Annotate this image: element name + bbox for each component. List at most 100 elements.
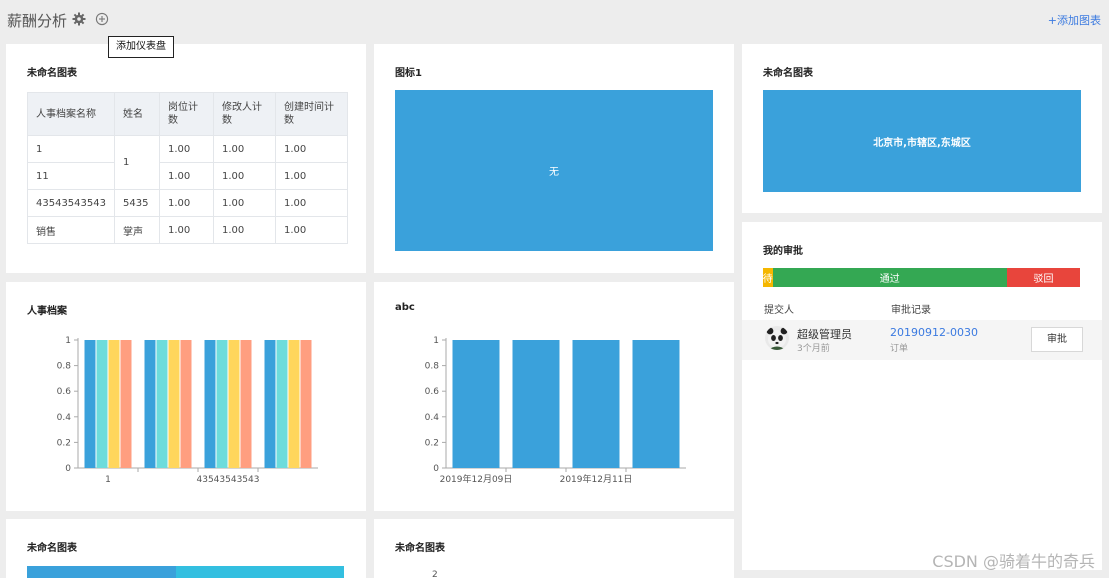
card-title: 未命名图表 (27, 543, 77, 554)
y-tick-label: 0.4 (57, 413, 72, 423)
chart-bar (120, 340, 132, 468)
table-row: 43543543543 5435 1.00 1.00 1.00 (27, 189, 348, 217)
table-header: 修改人计数 (213, 92, 276, 136)
watermark: CSDN @骑着牛的奇兵 (932, 552, 1095, 571)
data-table: 人事档案名称 姓名 岗位计数 修改人计数 创建时间计数 1 1 1.00 1.0… (27, 92, 348, 244)
column-header-submitter: 提交人 (764, 305, 794, 316)
table-cell: 11 (27, 162, 115, 190)
table-cell: 销售 (27, 216, 115, 244)
table-cell: 1.00 (213, 216, 276, 244)
location-card: 未命名图表 北京市,市辖区,东城区 (742, 44, 1102, 213)
table-cell: 1.00 (275, 216, 348, 244)
submit-time: 3个月前 (797, 344, 830, 354)
y-tick-label: 1 (433, 336, 439, 346)
column-header-record: 审批记录 (891, 305, 931, 316)
y-tick-label: 0 (433, 464, 439, 474)
y-tick-label: 0.4 (425, 413, 440, 423)
location-value: 北京市,市辖区,东城区 (763, 90, 1081, 192)
x-tick-label: 2019年12月11日 (560, 473, 633, 485)
gear-icon[interactable] (72, 12, 86, 26)
y-tick-label: 0.6 (425, 387, 440, 397)
x-tick-label: 2019年12月09日 (440, 473, 513, 485)
table-cell: 1 (27, 135, 115, 163)
table-row: 1 1 1.00 1.00 1.00 (27, 135, 348, 190)
add-chart-button[interactable]: +添加图表 (1048, 12, 1101, 28)
chart-bar (216, 340, 228, 468)
status-segment: 待 (763, 268, 773, 287)
table-cell: 5435 (114, 189, 160, 217)
chart-bar (240, 340, 252, 468)
chart-bar (108, 340, 120, 468)
bar-segment (27, 566, 176, 578)
bar-segment (176, 566, 344, 578)
approval-status-bar: 待通过 驳回 (763, 268, 1080, 287)
card-title: 我的审批 (763, 246, 803, 257)
chart-bar (204, 340, 216, 468)
table-header: 姓名 (114, 92, 160, 136)
top-bar: 薪酬分析 +添加图表 (0, 0, 1109, 40)
chart-bar (264, 340, 276, 468)
abc-chart-card: abc 0 0.2 0.4 0.6 0.8 1 2019年12月09日 2019年12月11日 (374, 282, 734, 511)
chart-bar (572, 340, 620, 468)
plus-circle-icon[interactable] (95, 12, 109, 26)
table-header: 创建时间计数 (275, 92, 348, 136)
table-cell: 1.00 (159, 135, 214, 163)
hr-chart-card: 人事档案 0 0.2 0.4 0.6 0.8 1 1 43543543543 (6, 282, 366, 511)
chart-bar (144, 340, 156, 468)
status-segment: 通过 (772, 268, 1008, 287)
hr-bar-chart: 0 0.2 0.4 0.6 0.8 1 1 43543543543 (57, 336, 318, 485)
bottom-mid-card: 未命名图表 2 (374, 519, 734, 578)
table-cell: 1.00 (159, 162, 214, 190)
chart-bar (452, 340, 500, 468)
card-title: 未命名图表 (763, 68, 813, 79)
card-title: 未命名图表 (395, 543, 445, 554)
table-cell: 43543543543 (27, 189, 115, 217)
table-card: 未命名图表 人事档案名称 姓名 岗位计数 修改人计数 创建时间计数 1 1 1.… (6, 44, 366, 273)
y-tick-label: 0.6 (57, 387, 72, 397)
chart-bar (300, 340, 312, 468)
table-cell: 1.00 (275, 189, 348, 217)
table-header-row: 人事档案名称 姓名 岗位计数 修改人计数 创建时间计数 (27, 92, 348, 136)
panda-avatar-icon (766, 327, 788, 350)
chart-bar (156, 340, 168, 468)
card-title: 未命名图表 (27, 68, 77, 79)
y-tick-label: 1 (65, 336, 71, 346)
x-tick-label: 1 (105, 475, 111, 485)
table-row: 11 1.00 1.00 1.00 (27, 162, 348, 190)
table-cell: 掌声 (114, 216, 160, 244)
table-cell: 1.00 (213, 162, 276, 190)
table-cell: 1.00 (275, 135, 348, 163)
y-tick-label: 2 (432, 570, 438, 578)
tooltip-add-dashboard: 添加仪表盘 (108, 36, 174, 58)
avatar (765, 326, 789, 350)
chart-bar (180, 340, 192, 468)
indicator-card: 图标1 无 (374, 44, 734, 273)
chart-bar (168, 340, 180, 468)
chart-bar (84, 340, 96, 468)
table-cell: 1.00 (159, 189, 214, 217)
card-title: 图标1 (395, 68, 422, 79)
y-tick-label: 0 (65, 464, 71, 474)
record-link[interactable]: 20190912-0030 (890, 326, 978, 339)
table-row: 销售 掌声 1.00 1.00 1.00 (27, 216, 348, 244)
chart-bar (276, 340, 288, 468)
table-header: 岗位计数 (159, 92, 214, 136)
status-segment: 驳回 (1007, 268, 1080, 287)
y-tick-label: 0.8 (425, 362, 440, 372)
chart-bar (228, 340, 240, 468)
approval-card: 我的审批 待通过 驳回 提交人 审批记录 超级管理员 3个月前 20190912-… (742, 222, 1102, 570)
y-tick-label: 0.2 (57, 438, 71, 448)
abc-bar-chart: 0 0.2 0.4 0.6 0.8 1 2019年12月09日 2019年12月11日 (425, 336, 686, 485)
record-type: 订单 (890, 344, 909, 354)
table-cell: 1.00 (213, 135, 276, 163)
chart-bar (96, 340, 108, 468)
approval-list-item[interactable]: 超级管理员 3个月前 20190912-0030 订单 审批 (742, 320, 1102, 360)
submitter-name: 超级管理员 (797, 328, 852, 341)
chart-bar (288, 340, 300, 468)
y-tick-label: 0.2 (425, 438, 439, 448)
approve-button[interactable]: 审批 (1031, 327, 1083, 352)
y-tick-label: 0.8 (57, 362, 72, 372)
table-cell: 1 (114, 135, 160, 190)
table-cell: 1.00 (275, 162, 348, 190)
bottom-left-card: 未命名图表 (6, 519, 366, 578)
